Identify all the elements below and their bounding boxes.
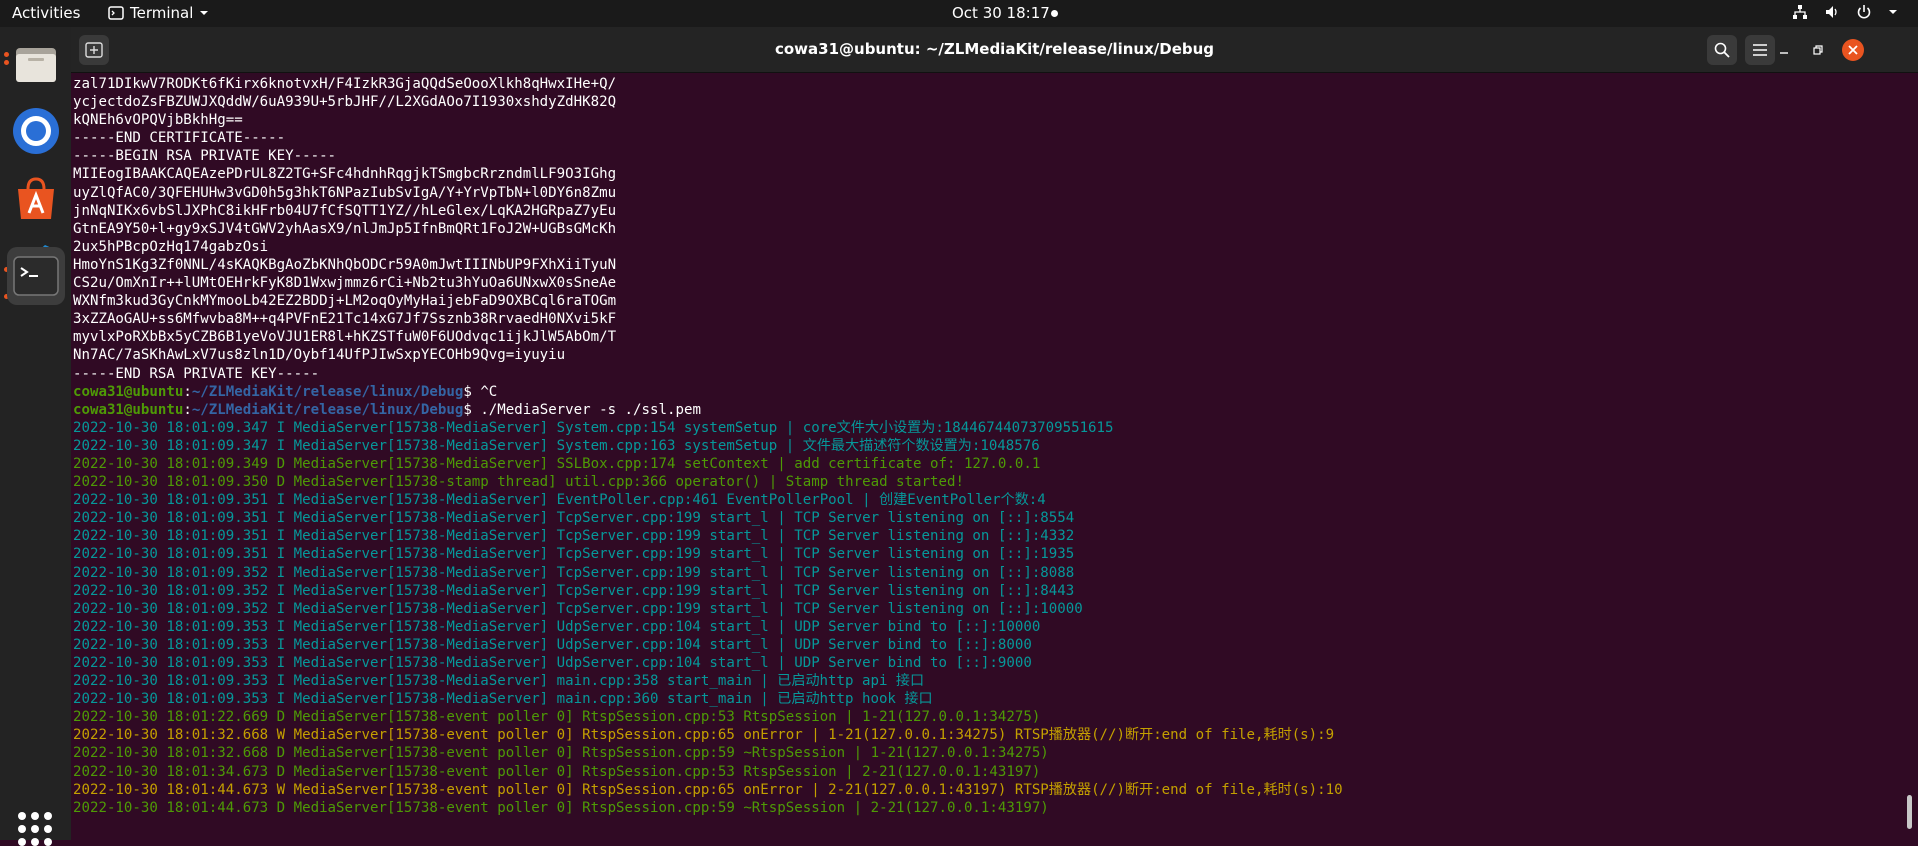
close-button[interactable]: [1842, 39, 1864, 61]
terminal-output[interactable]: zal71DIkwV7RODKt6fKirx6knotvxH/F4IzkR3Gj…: [72, 73, 1902, 840]
prompt-user: cowa31@ubuntu: [73, 383, 184, 400]
show-applications-icon[interactable]: [18, 812, 52, 846]
prompt-path: ~/ZLMediaKit/release/linux/Debug: [191, 401, 464, 418]
terminal-line: kQNEh6vOPQVjbBkhHg==: [73, 112, 243, 129]
prompt-command: $ ^C: [463, 383, 498, 400]
terminal-line: 2022-10-30 18:01:09.353 I MediaServer[15…: [73, 655, 1032, 671]
terminal-line: cowa31@ubuntu:~/ZLMediaKit/release/linux…: [73, 383, 1343, 401]
terminal-icon[interactable]: [7, 247, 65, 305]
terminal-line: Nn7AC/7aSKhAwLxV7us8zln1D/Oybf14UfPJIwSx…: [73, 347, 566, 364]
terminal-line: 2022-10-30 18:01:32.668 W MediaServer[15…: [73, 727, 1335, 744]
restore-button[interactable]: [1803, 35, 1833, 65]
search-icon: [1714, 42, 1730, 58]
terminal-line: 2022-10-30 18:01:44.673 W MediaServer[15…: [73, 781, 1343, 798]
terminal-line: 2022-10-30 18:01:09.352 I MediaServer[15…: [73, 582, 1075, 599]
terminal-line: uyZlQfAC0/3QFEHUHw3vGD0h5g3hkT6NPazIubSv…: [73, 184, 617, 201]
terminal-line: 2022-10-30 18:01:22.669 D MediaServer[15…: [73, 709, 1041, 726]
close-icon: [1848, 45, 1858, 55]
terminal-line: 2022-10-30 18:01:09.351 I MediaServer[15…: [73, 546, 1075, 563]
terminal-line: HmoYnS1Kg3Zf0NNL/4sKAQKBgAoZbKNhQbODCr59…: [73, 256, 617, 273]
terminal-line: 2022-10-30 18:01:09.352 I MediaServer[15…: [73, 564, 1075, 581]
window-title: cowa31@ubuntu: ~/ZLMediaKit/release/linu…: [774, 40, 1215, 58]
terminal-line: ycjectdoZsFBZUWJXQddW/6uA939U+5rbJHF//L2…: [73, 94, 617, 111]
terminal-line: zal71DIkwV7RODKt6fKirx6knotvxH/F4IzkR3Gj…: [73, 76, 617, 92]
prompt-command: $ ./MediaServer -s ./ssl.pem: [463, 401, 701, 418]
terminal-line: cowa31@ubuntu:~/ZLMediaKit/release/linux…: [73, 401, 1343, 419]
terminal-line: 3xZZAoGAU+ss6Mfwvba8M++q4PVFnE21Tc14xG7J…: [73, 311, 617, 328]
system-tray[interactable]: [1792, 4, 1898, 20]
dock: [0, 27, 71, 846]
terminal-line: 2ux5hPBcpOzHq174gabzOsi: [73, 238, 269, 255]
prompt-path: ~/ZLMediaKit/release/linux/Debug: [191, 383, 464, 400]
chevron-down-icon: [1889, 10, 1897, 14]
files-icon[interactable]: [7, 35, 65, 93]
search-button[interactable]: [1707, 35, 1737, 65]
terminal-line: CS2u/OmXnIr++lUMtOEHrkFyK8D1Wxwjmmz6rCi+…: [73, 275, 617, 292]
terminal-small-icon: [108, 6, 124, 20]
terminal-line: GtnEA9Y50+l+gy9xSJV4tGWV2yhAasX9/nlJmJp5…: [73, 220, 617, 237]
network-icon: [1793, 5, 1807, 19]
terminal-line: 2022-10-30 18:01:09.347 I MediaServer[15…: [73, 437, 1040, 454]
terminal-line: 2022-10-30 18:01:44.673 D MediaServer[15…: [73, 799, 1049, 816]
terminal-line: 2022-10-30 18:01:09.351 I MediaServer[15…: [73, 510, 1075, 527]
terminal-line: 2022-10-30 18:01:09.347 I MediaServer[15…: [73, 419, 1114, 436]
terminal-line: 2022-10-30 18:01:09.350 D MediaServer[15…: [73, 474, 964, 491]
power-icon: [1857, 5, 1871, 19]
terminal-line: -----END RSA PRIVATE KEY-----: [73, 365, 320, 382]
app-menu-label: Terminal: [130, 4, 194, 22]
notification-dot-icon: [1051, 10, 1058, 17]
terminal-line: 2022-10-30 18:01:09.349 D MediaServer[15…: [73, 455, 1041, 472]
chromium-icon[interactable]: [7, 102, 65, 160]
terminal-line: 2022-10-30 18:01:09.351 I MediaServer[15…: [73, 492, 1046, 509]
chevron-down-icon: [200, 11, 209, 15]
hamburger-menu-icon: [1753, 44, 1767, 56]
volume-icon: [1826, 6, 1837, 18]
minimize-button[interactable]: [1769, 35, 1799, 65]
top-bar: Activities Terminal Oct 30 18:17: [0, 0, 1918, 27]
app-store-icon[interactable]: [7, 169, 65, 227]
terminal-line: 2022-10-30 18:01:09.352 I MediaServer[15…: [73, 600, 1083, 617]
terminal-line: WXNfm3kud3GyCnkMYmooLb42EZ2BDDj+LM2oqOyM…: [73, 293, 617, 310]
terminal-line: -----BEGIN RSA PRIVATE KEY-----: [73, 148, 337, 165]
minimize-icon: [1780, 52, 1788, 54]
terminal-line: 2022-10-30 18:01:34.673 D MediaServer[15…: [73, 763, 1041, 780]
prompt-separator: :: [183, 401, 192, 418]
restore-icon: [1813, 45, 1823, 55]
prompt-user: cowa31@ubuntu: [73, 401, 184, 418]
activities-button[interactable]: Activities: [12, 4, 80, 22]
terminal-line: jnNqNIKx6vbSlJXPhC8ikHFrb04U7fCfSQTT1YZ/…: [73, 202, 617, 219]
terminal-lines: zal71DIkwV7RODKt6fKirx6knotvxH/F4IzkR3Gj…: [73, 75, 1343, 817]
terminal-line: 2022-10-30 18:01:09.353 I MediaServer[15…: [73, 636, 1032, 653]
terminal-line: -----END CERTIFICATE-----: [73, 130, 286, 147]
terminal-line: MIIEogIBAAKCAQEAzePDrUL8Z2TG+SFc4hdnhRqg…: [73, 166, 617, 183]
clock[interactable]: Oct 30 18:17: [952, 4, 1050, 22]
terminal-line: 2022-10-30 18:01:09.353 I MediaServer[15…: [73, 691, 933, 708]
terminal-line: 2022-10-30 18:01:09.353 I MediaServer[15…: [73, 673, 925, 690]
app-menu[interactable]: Terminal: [108, 4, 209, 22]
prompt-separator: :: [183, 383, 192, 400]
terminal-line: myvlxPoRXbBx5yCZB6B1yeVoVJU1ER8l+hKZSTfu…: [73, 329, 617, 346]
terminal-line: 2022-10-30 18:01:09.353 I MediaServer[15…: [73, 618, 1041, 635]
terminal-line: 2022-10-30 18:01:32.668 D MediaServer[15…: [73, 745, 1049, 762]
terminal-scrollbar[interactable]: [1907, 795, 1912, 829]
terminal-header-bar: cowa31@ubuntu: ~/ZLMediaKit/release/linu…: [71, 27, 1918, 73]
terminal-line: 2022-10-30 18:01:09.351 I MediaServer[15…: [73, 528, 1075, 545]
